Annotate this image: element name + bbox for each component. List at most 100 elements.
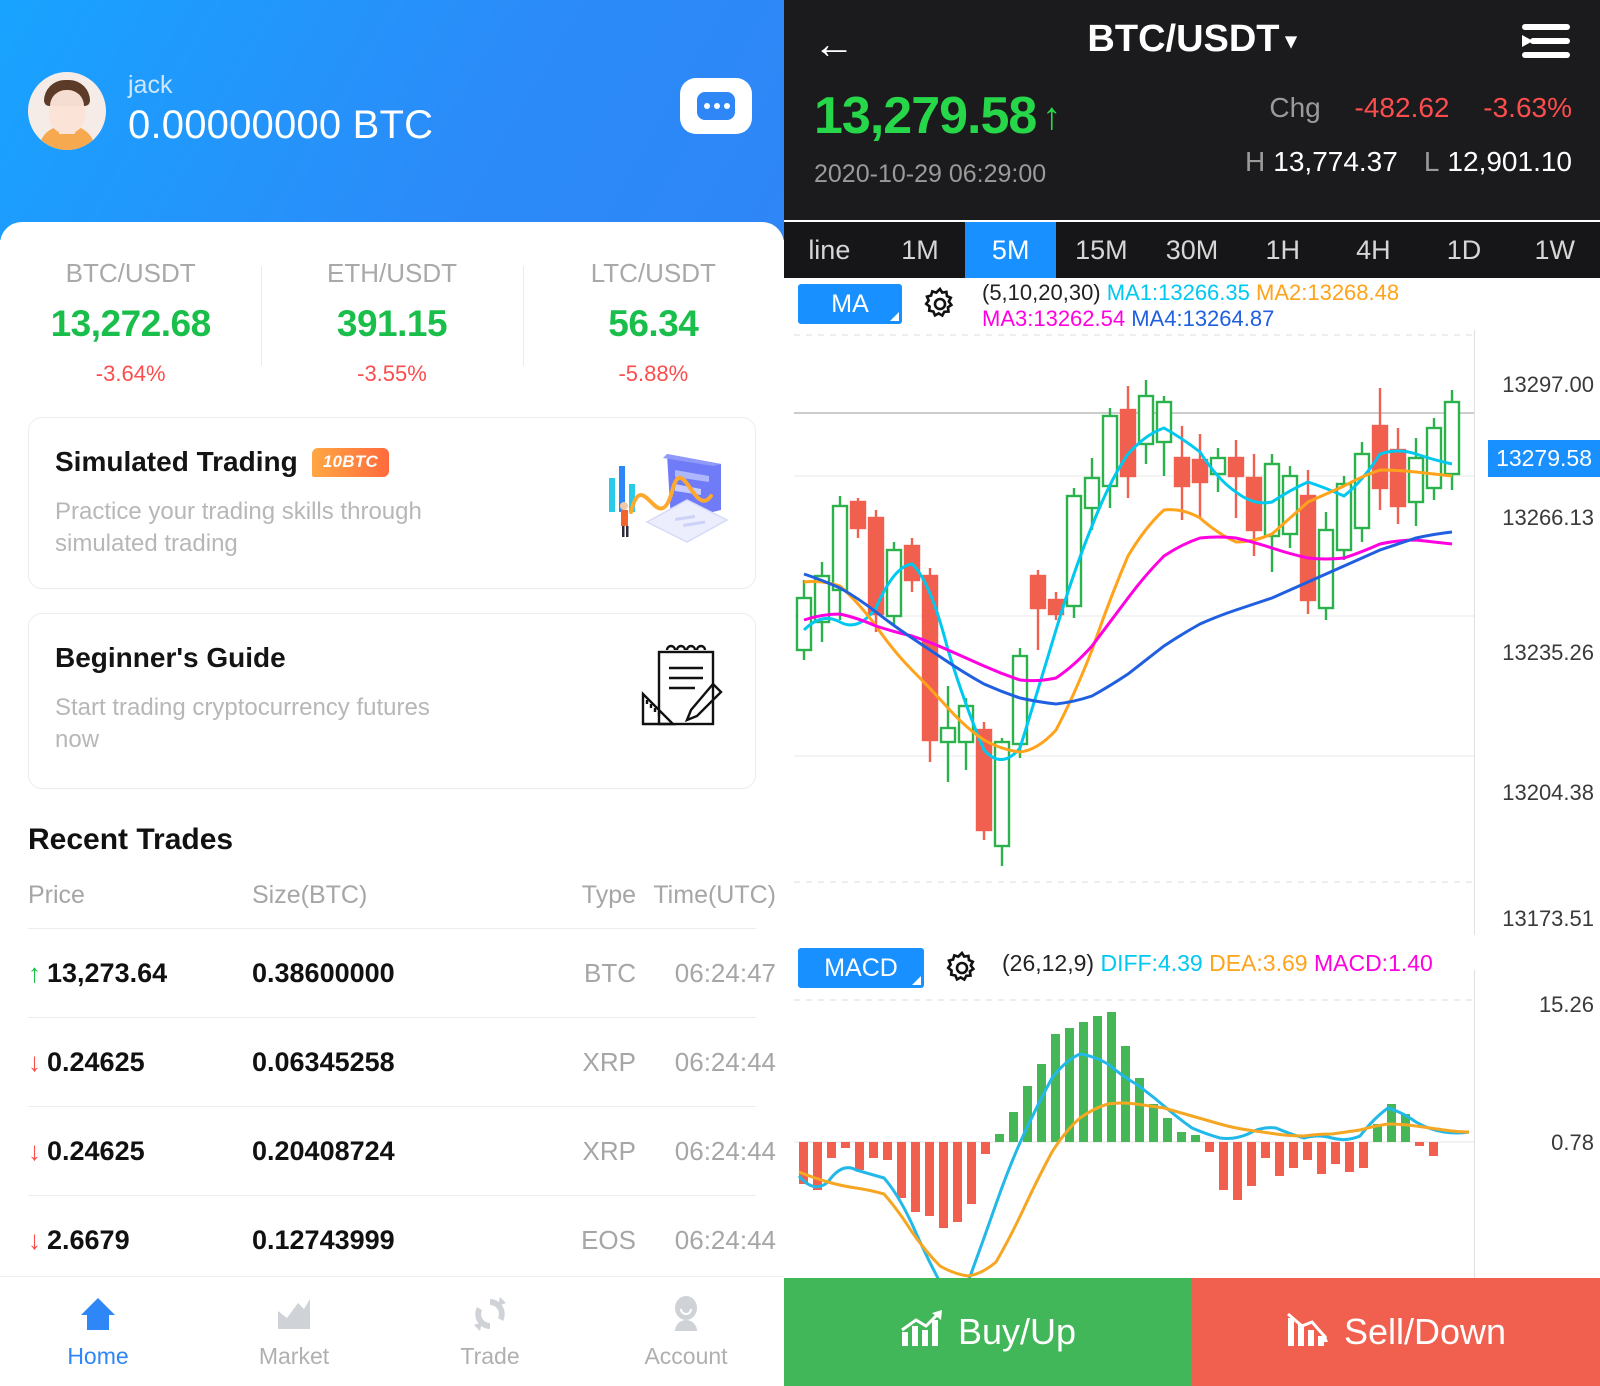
ticker-pair: ETH/USDT: [326, 258, 457, 288]
price-axis-tick: 13297.00: [1502, 372, 1594, 397]
list-menu-icon[interactable]: [1522, 22, 1570, 62]
table-row[interactable]: ↓ 0.24625 0.20408724 XRP 06:24:44: [28, 1106, 776, 1195]
sell-down-label: Sell/Down: [1343, 1311, 1507, 1352]
tab-5m[interactable]: 5M: [965, 222, 1057, 278]
candlestick-plot[interactable]: 13297.00 13279.58 13266.13 13235.26 1320…: [784, 330, 1600, 935]
trade-price: 13,273.64: [47, 957, 168, 988]
profile-summary[interactable]: jack 0.00000000 BTC: [28, 72, 433, 150]
timeframe-tabs: line 1M 5M 15M 30M 1H 4H 1D 1W: [784, 222, 1600, 278]
column-header-type: Type: [581, 881, 636, 909]
arrow-up-icon: ↑: [1042, 96, 1061, 138]
home-icon: [0, 1293, 196, 1335]
sell-down-button[interactable]: Sell/Down: [1192, 1278, 1600, 1386]
column-header-time: Time(UTC): [653, 881, 776, 909]
tab-30m[interactable]: 30M: [1147, 222, 1238, 278]
buy-up-label: Buy/Up: [957, 1311, 1077, 1352]
low-label: L: [1423, 146, 1440, 177]
swap-icon: [392, 1293, 588, 1335]
ticker-ltc[interactable]: LTC/USDT 56.34 -5.88%: [522, 258, 784, 387]
tab-label: Account: [644, 1343, 728, 1369]
page-title[interactable]: BTC/USDT ▾: [784, 18, 1600, 61]
last-price: 13,279.58 ↑: [814, 87, 1061, 145]
trade-size: 0.06345258: [252, 1046, 395, 1077]
trade-type: XRP: [582, 1046, 636, 1077]
trade-time: 06:24:44: [674, 1224, 776, 1255]
ticker-btc[interactable]: BTC/USDT 13,272.68 -3.64%: [0, 258, 261, 387]
table-row[interactable]: ↓ 2.6679 0.12743999 EOS 06:24:44: [28, 1195, 776, 1284]
macd-params: (26,12,9): [1002, 950, 1095, 976]
ma4-value: MA4:13264.87: [1131, 306, 1275, 331]
trade-price-cell: ↑ 13,273.64: [28, 958, 252, 989]
trend-up-icon: [900, 1308, 944, 1357]
beginners-guide-card[interactable]: Beginner's Guide Start trading cryptocur…: [28, 613, 756, 789]
ticker-price: 56.34: [608, 303, 699, 344]
chg-value: -482.62: [1354, 92, 1450, 123]
simulated-trading-card[interactable]: Simulated Trading 10BTC Practice your tr…: [28, 417, 756, 589]
card-title: Simulated Trading: [55, 446, 298, 477]
current-price-marker: 13279.58: [1488, 440, 1600, 477]
change-row: Chg -482.62 -3.63%: [1245, 92, 1572, 124]
chevron-down-icon: ▾: [1285, 27, 1297, 53]
ma2-value: MA2:13268.48: [1256, 280, 1400, 305]
high-low-row: H 13,774.37 L 12,901.10: [1245, 146, 1572, 178]
macd-axis-tick: 15.26: [1538, 992, 1594, 1017]
user-avatar-icon[interactable]: [28, 72, 106, 150]
arrow-down-icon: ↓: [28, 1225, 41, 1255]
tab-1m[interactable]: 1M: [875, 222, 966, 278]
column-header-price: Price: [28, 881, 85, 909]
tab-4h[interactable]: 4H: [1328, 222, 1419, 278]
trade-price-cell: ↓ 0.24625: [28, 1047, 252, 1078]
tab-line[interactable]: line: [784, 222, 875, 278]
high-value: 13,774.37: [1273, 146, 1398, 177]
macd-indicator-bar: MACD (26,12,9) DIFF:4.39 DEA:3.69 MACD:1…: [784, 942, 1600, 994]
table-row[interactable]: ↑ 13,273.64 0.38600000 BTC 06:24:47: [28, 928, 776, 1017]
tab-home[interactable]: Home: [0, 1293, 196, 1370]
tab-15m[interactable]: 15M: [1056, 222, 1147, 278]
trade-type: EOS: [581, 1224, 636, 1255]
trade-time: 06:24:44: [674, 1046, 776, 1077]
tab-1d[interactable]: 1D: [1419, 222, 1510, 278]
price-axis-tick: 13204.38: [1502, 780, 1594, 805]
home-panel: jack 0.00000000 BTC BTC/USDT 13,272.68 -…: [0, 0, 784, 1386]
card-title: Beginner's Guide: [55, 642, 286, 673]
ticker-eth[interactable]: ETH/USDT 391.15 -3.55%: [261, 258, 522, 387]
macd-value: MACD:1.40: [1313, 950, 1433, 976]
trade-price: 2.6679: [47, 1224, 130, 1255]
axis-divider: [1474, 330, 1475, 935]
table-row[interactable]: ↓ 0.24625 0.06345258 XRP 06:24:44: [28, 1017, 776, 1106]
chat-bubble-icon[interactable]: [680, 78, 752, 134]
trade-price-cell: ↓ 2.6679: [28, 1225, 252, 1256]
status-badge: 10BTC: [311, 447, 390, 477]
ma-values: (5,10,20,30) MA1:13266.35 MA2:13268.48 M…: [982, 280, 1399, 332]
ma1-value: MA1:13266.35: [1106, 280, 1250, 305]
trade-price: 0.24625: [47, 1046, 145, 1077]
chart-area: MA (5,10,20,30) MA1:13266.35 MA2:13268.4…: [784, 278, 1600, 1386]
price-axis-tick: 13235.26: [1502, 640, 1594, 665]
chg-percent: -3.63%: [1483, 92, 1572, 123]
arrow-up-icon: ↑: [28, 958, 41, 988]
gear-icon[interactable]: [944, 950, 980, 991]
macd-svg: [794, 999, 1474, 1290]
macd-indicator-button[interactable]: MACD: [798, 948, 924, 988]
chart-icon: [196, 1293, 392, 1335]
macd-plot[interactable]: 15.26 0.78 -13.69 10-29 02:25 10-29 06:2…: [784, 970, 1600, 1309]
person-icon: [588, 1293, 784, 1335]
quote-stats: Chg -482.62 -3.63% H 13,774.37 L 12,901.10: [1245, 92, 1572, 178]
user-name: jack: [128, 71, 173, 100]
tab-1h[interactable]: 1H: [1237, 222, 1328, 278]
gear-icon[interactable]: [922, 286, 958, 327]
tab-account[interactable]: Account: [588, 1293, 784, 1370]
buy-up-button[interactable]: Buy/Up: [784, 1278, 1192, 1386]
tab-market[interactable]: Market: [196, 1293, 392, 1370]
trade-price: 0.24625: [47, 1135, 145, 1166]
ticker-price: 391.15: [336, 303, 448, 344]
last-price-block: 13,279.58 ↑ 2020-10-29 06:29:00: [814, 86, 1061, 189]
tab-1w[interactable]: 1W: [1509, 222, 1600, 278]
chart-header: ← BTC/USDT ▾ 13,279.58 ↑ 2020-10-29 06:29:…: [784, 0, 1600, 220]
ticker-change: -3.64%: [95, 361, 166, 386]
tab-trade[interactable]: Trade: [392, 1293, 588, 1370]
ma-indicator-button[interactable]: MA: [798, 284, 902, 324]
trade-time: 06:24:47: [674, 957, 776, 988]
price-axis-tick: 13266.13: [1502, 505, 1594, 530]
arrow-down-icon: ↓: [28, 1136, 41, 1166]
